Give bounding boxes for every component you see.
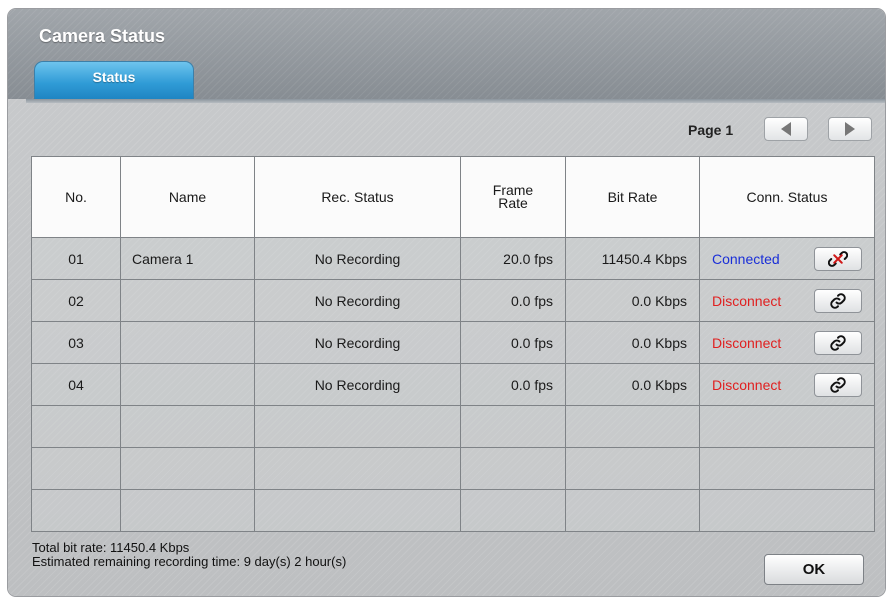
cell-bit-rate: 0.0 Kbps (565, 321, 700, 364)
total-bit-rate: Total bit rate: 11450.4 Kbps (32, 540, 190, 555)
table-row: 01 Camera 1 No Recording 20.0 fps 11450.4 Kb… (31, 237, 875, 280)
cell-rec-status: No Recording (254, 363, 461, 406)
cell-conn-status (699, 405, 875, 448)
link-icon (829, 292, 847, 310)
cell-rec-status: No Recording (254, 321, 461, 364)
cell-bit-rate: 0.0 Kbps (565, 363, 700, 406)
cell-frame-rate (460, 447, 566, 490)
table-header-row: No. Name Rec. Status Frame Rate Bit Rate… (31, 156, 875, 238)
cell-name (120, 489, 255, 532)
table-row: 02 No Recording 0.0 fps 0.0 Kbps Disconnect (31, 279, 875, 322)
tab-status[interactable]: Status (34, 61, 194, 101)
cell-conn-status: Disconnect (699, 279, 875, 322)
cell-rec-status (254, 405, 461, 448)
cell-name: Camera 1 (120, 237, 255, 280)
table-row (31, 405, 875, 448)
triangle-left-icon (781, 122, 791, 136)
cell-conn-status (699, 489, 875, 532)
col-header-frame-rate: Frame Rate (460, 156, 566, 238)
remaining-recording-time: Estimated remaining recording time: 9 da… (32, 554, 347, 569)
ok-button[interactable]: OK (764, 554, 864, 585)
cell-no: 04 (31, 363, 121, 406)
conn-status-text: Disconnect (712, 376, 782, 393)
disconnect-button[interactable] (814, 246, 862, 271)
connect-button[interactable] (814, 372, 862, 397)
camera-status-window: Camera Status Status Page 1 No. Name Rec… (8, 9, 885, 596)
cell-frame-rate: 20.0 fps (460, 237, 566, 280)
link-icon (829, 334, 847, 352)
window-title: Camera Status (39, 26, 166, 46)
prev-page-button[interactable] (764, 117, 808, 141)
conn-status-wrap: Disconnect (712, 288, 862, 313)
conn-status-text: Disconnect (712, 292, 782, 309)
cell-bit-rate (565, 447, 700, 490)
cell-name (120, 363, 255, 406)
link-icon (829, 376, 847, 394)
conn-status-text: Connected (712, 250, 780, 267)
cell-no: 01 (31, 237, 121, 280)
tab-divider (26, 99, 885, 103)
cell-bit-rate (565, 405, 700, 448)
cell-frame-rate (460, 489, 566, 532)
table-row (31, 447, 875, 490)
col-header-name: Name (120, 156, 255, 238)
cell-bit-rate: 0.0 Kbps (565, 279, 700, 322)
page-indicator: Page 1 (688, 122, 734, 138)
cell-name (120, 405, 255, 448)
col-header-rec-status: Rec. Status (254, 156, 461, 238)
conn-status-wrap: Disconnect (712, 372, 862, 397)
table-row: 03 No Recording 0.0 fps 0.0 Kbps Disconnect (31, 321, 875, 364)
cell-conn-status (699, 447, 875, 490)
col-header-bit-rate: Bit Rate (565, 156, 700, 238)
conn-status-wrap: Disconnect (712, 330, 862, 355)
broken-link-icon (828, 250, 848, 268)
cell-no (31, 489, 121, 532)
cell-no (31, 447, 121, 490)
conn-status-wrap: Connected (712, 246, 862, 271)
cell-conn-status: Connected (699, 237, 875, 280)
cell-conn-status: Disconnect (699, 363, 875, 406)
next-page-button[interactable] (828, 117, 872, 141)
table-row: 04 No Recording 0.0 fps 0.0 Kbps Disconnect (31, 363, 875, 406)
connect-button[interactable] (814, 330, 862, 355)
cell-frame-rate: 0.0 fps (460, 363, 566, 406)
cell-bit-rate: 11450.4 Kbps (565, 237, 700, 280)
cell-bit-rate (565, 489, 700, 532)
cell-rec-status: No Recording (254, 237, 461, 280)
cell-no (31, 405, 121, 448)
triangle-right-icon (845, 122, 855, 136)
cell-rec-status (254, 447, 461, 490)
conn-status-text: Disconnect (712, 334, 782, 351)
cell-rec-status (254, 489, 461, 532)
table-row (31, 489, 875, 532)
connect-button[interactable] (814, 288, 862, 313)
footer-info: Total bit rate: 11450.4 Kbps Estimated r… (32, 541, 346, 569)
camera-status-table: No. Name Rec. Status Frame Rate Bit Rate… (31, 156, 875, 532)
cell-frame-rate: 0.0 fps (460, 321, 566, 364)
cell-name (120, 321, 255, 364)
col-header-no: No. (31, 156, 121, 238)
col-header-conn-status: Conn. Status (699, 156, 875, 238)
cell-no: 03 (31, 321, 121, 364)
cell-conn-status: Disconnect (699, 321, 875, 364)
cell-rec-status: No Recording (254, 279, 461, 322)
cell-name (120, 279, 255, 322)
cell-no: 02 (31, 279, 121, 322)
cell-frame-rate: 0.0 fps (460, 279, 566, 322)
cell-name (120, 447, 255, 490)
cell-frame-rate (460, 405, 566, 448)
